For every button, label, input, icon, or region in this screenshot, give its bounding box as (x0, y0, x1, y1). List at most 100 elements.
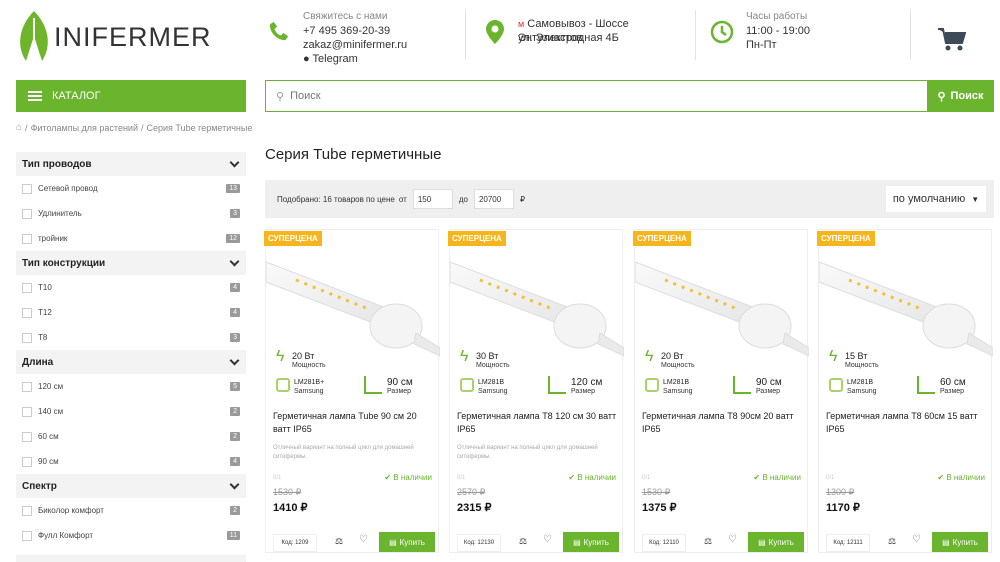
buy-button[interactable]: ▤ Купить (563, 532, 619, 552)
checkbox[interactable] (22, 208, 32, 219)
chip-icon (829, 378, 843, 392)
cart-icon[interactable] (938, 28, 966, 52)
heart-icon[interactable]: ♡ (912, 534, 921, 545)
filter-sidebar: Тип проводов Сетевой провод 13 Удлинитель 3 т… (16, 152, 246, 548)
checkbox[interactable] (22, 233, 32, 244)
breadcrumb-item[interactable]: Фитолампы для растений (31, 123, 138, 133)
power-spec: 20 Вт Мощность (661, 352, 695, 370)
superprice-badge: СУПЕРЦЕНА (817, 231, 875, 246)
checkbox[interactable] (22, 307, 32, 318)
phone-link[interactable]: +7 495 369-20-39 (303, 24, 390, 38)
lightning-icon: ϟ (460, 348, 469, 365)
checkbox[interactable] (22, 332, 32, 343)
filter-option[interactable]: T8 3 (16, 325, 246, 350)
filter-option[interactable]: тройник 12 (16, 226, 246, 251)
site-logo[interactable]: INIFERMER (14, 6, 211, 66)
compare-icon[interactable]: ⚖ (335, 536, 343, 547)
checkbox[interactable] (22, 406, 32, 417)
chip-spec: LM281B Samsung (847, 378, 877, 396)
stock-status: ✔ В наличии (937, 473, 985, 482)
filter-option-label: 120 см (38, 382, 64, 391)
size-spec: 90 см Размер (756, 378, 782, 396)
home-icon[interactable]: ⌂ (16, 122, 22, 133)
filter-option[interactable]: Удлинитель 3 (16, 201, 246, 226)
hours-block: Часы работы 11:00 - 19:00 Пн-Пт (708, 0, 858, 70)
filter-group: Тип конструкции T10 4 T12 4 T8 3 (16, 251, 246, 350)
product-name[interactable]: Герметичная лампа Tube 90 см 20 ватт IP6… (273, 410, 433, 436)
filter-option[interactable]: 120 см 5 (16, 374, 246, 399)
cart-small-icon: ▤ (389, 537, 397, 547)
chip-icon (460, 378, 474, 392)
power-label: Мощность (661, 362, 695, 369)
filter-option[interactable]: T10 4 (16, 275, 246, 300)
filter-group-title: Длина (22, 356, 54, 368)
check-icon: ✔ (568, 473, 576, 482)
price: 1170 ₽ (826, 502, 860, 514)
price-min-input[interactable]: 150 (412, 189, 453, 209)
filter-option[interactable]: Фулл Комфорт 11 (16, 523, 246, 548)
filter-group-title: Спектр (22, 480, 57, 492)
product-name[interactable]: Герметичная лампа T8 90см 20 ватт IP65 (642, 410, 802, 436)
hours-title: Часы работы (746, 11, 808, 22)
heart-icon[interactable]: ♡ (543, 534, 552, 545)
power-value: 20 Вт (292, 351, 315, 361)
product-image[interactable] (450, 248, 624, 368)
chip-model: LM281B (478, 379, 505, 386)
catalog-button[interactable]: КАТАЛОГ (16, 80, 246, 112)
filter-option[interactable]: T12 4 (16, 300, 246, 325)
stock-label: В наличии (762, 473, 801, 482)
product-image[interactable] (635, 248, 809, 368)
filter-group-header[interactable]: Тип конструкции (16, 251, 246, 275)
checkbox[interactable] (22, 282, 32, 293)
heart-icon[interactable]: ♡ (728, 534, 737, 545)
filter-option[interactable]: 60 см 2 (16, 424, 246, 449)
heart-icon[interactable]: ♡ (359, 534, 368, 545)
filter-option[interactable]: Сетевой провод 13 (16, 176, 246, 201)
filter-option-label: T8 (38, 333, 48, 342)
product-card[interactable]: СУПЕРЦЕНА ϟ 20 Вт Мощность LM281B Samsung … (633, 229, 809, 553)
email-link[interactable]: zakaz@minifermer.ru (303, 38, 407, 52)
checkbox[interactable] (22, 456, 32, 467)
checkbox[interactable] (22, 183, 32, 194)
checkbox[interactable] (22, 381, 32, 392)
checkbox[interactable] (22, 431, 32, 442)
filter-group-header[interactable]: Спектр (16, 474, 246, 498)
checkbox[interactable] (22, 530, 32, 541)
telegram-link[interactable]: ● Telegram (303, 52, 358, 66)
search-button[interactable]: ⚲ Поиск (927, 80, 994, 112)
size-spec: 120 см Размер (571, 378, 602, 396)
compare-icon[interactable]: ⚖ (704, 536, 712, 547)
filter-count-badge: 2 (230, 407, 240, 416)
filter-group-header[interactable]: Тип проводов (16, 152, 246, 176)
price-filter-bar: Подобрано: 16 товаров по цене от 150 до … (265, 180, 994, 218)
product-image[interactable] (819, 248, 993, 368)
cart-small-icon: ▤ (942, 537, 950, 547)
price-max-input[interactable]: 20700 (473, 189, 514, 209)
stock-label: В наличии (577, 473, 616, 482)
filter-option[interactable]: 90 см 4 (16, 449, 246, 474)
buy-button[interactable]: ▤ Купить (932, 532, 988, 552)
logo-text: INIFERMER (54, 22, 212, 52)
product-name[interactable]: Герметичная лампа T8 60см 15 ватт IP65 (826, 410, 986, 436)
sort-select[interactable]: по умолчанию ▼ (886, 186, 986, 212)
product-card[interactable]: СУПЕРЦЕНА ϟ 30 Вт Мощность LM281B Samsung … (448, 229, 624, 553)
checkbox[interactable] (22, 505, 32, 516)
filter-group-header[interactable]: Длина (16, 350, 246, 374)
filter-count-badge: 2 (230, 432, 240, 441)
product-card[interactable]: СУПЕРЦЕНА ϟ 15 Вт Мощность LM281B Samsung … (817, 229, 993, 553)
superprice-badge: СУПЕРЦЕНА (633, 231, 691, 246)
product-image[interactable] (266, 248, 440, 368)
filter-option-label: тройник (38, 234, 68, 243)
filter-option[interactable]: Биколор комфорт 2 (16, 498, 246, 523)
buy-button[interactable]: ▤ Купить (379, 532, 435, 552)
product-card[interactable]: СУПЕРЦЕНА ϟ 20 Вт Мощность LM281B+ Samsung… (264, 229, 440, 553)
chip-spec: LM281B Samsung (478, 378, 508, 396)
breadcrumb: ⌂ / Фитолампы для растений / Серия Tube … (16, 122, 253, 133)
product-name[interactable]: Герметичная лампа T8 120 см 30 ватт IP65 (457, 410, 617, 436)
superprice-badge: СУПЕРЦЕНА (448, 231, 506, 246)
compare-icon[interactable]: ⚖ (519, 536, 527, 547)
compare-icon[interactable]: ⚖ (888, 536, 896, 547)
search-input[interactable] (290, 90, 891, 102)
filter-option[interactable]: 140 см 2 (16, 399, 246, 424)
buy-button[interactable]: ▤ Купить (748, 532, 804, 552)
